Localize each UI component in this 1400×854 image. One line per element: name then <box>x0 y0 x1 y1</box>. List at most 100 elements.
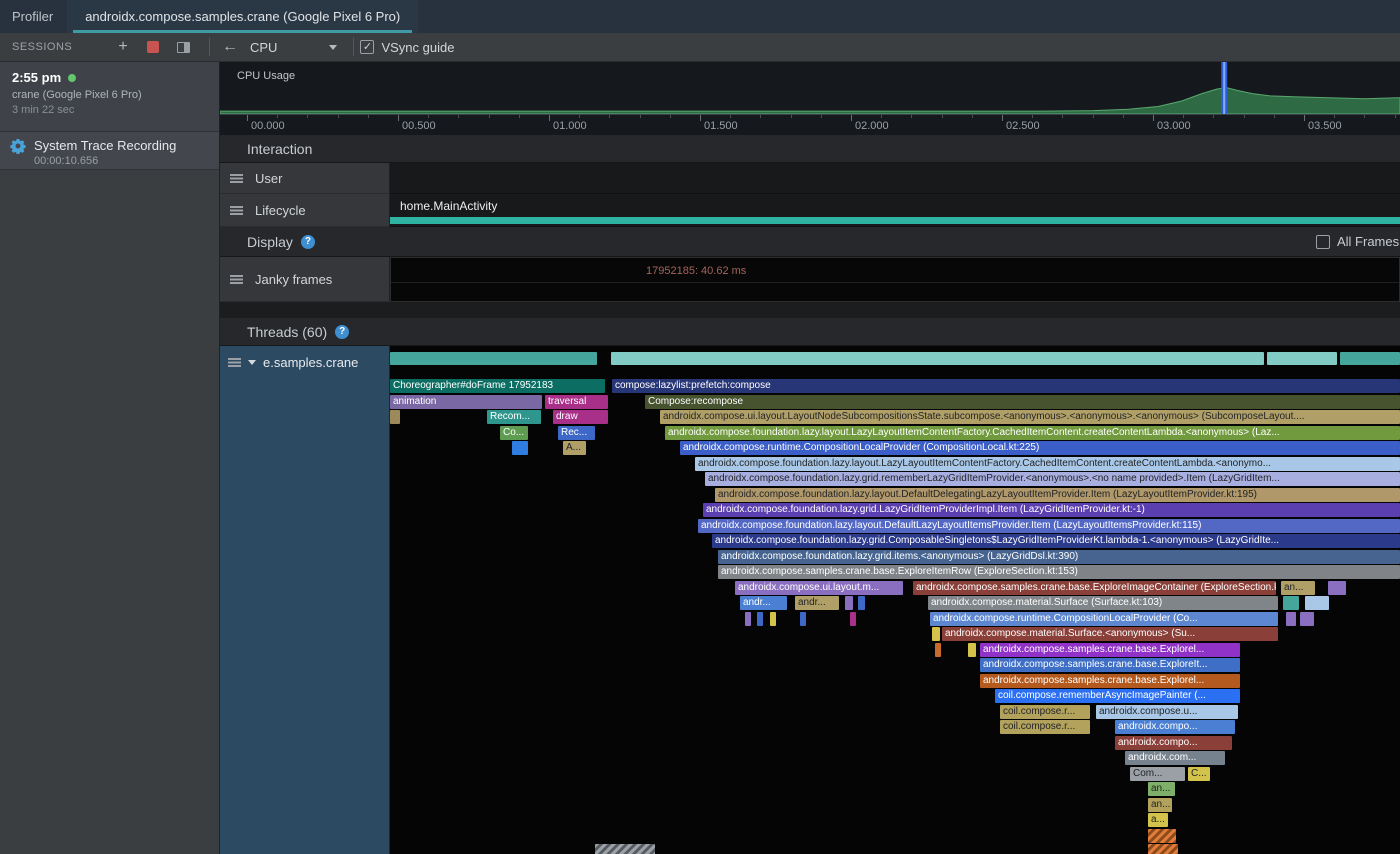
thread-label-column[interactable]: e.samples.crane <box>220 346 390 854</box>
flame-span[interactable] <box>770 612 776 626</box>
expand-caret-icon[interactable] <box>248 360 256 365</box>
flame-span[interactable]: androidx.compose.material.Surface (Surfa… <box>928 596 1278 610</box>
flame-span[interactable]: androidx.compose.foundation.lazy.grid.re… <box>705 472 1400 486</box>
flame-span[interactable] <box>935 643 941 657</box>
flame-span[interactable]: andr... <box>740 596 787 610</box>
flame-span[interactable] <box>850 612 856 626</box>
flame-span[interactable]: coil.compose.r... <box>1000 720 1090 734</box>
flame-span[interactable] <box>1148 844 1178 854</box>
flame-span[interactable] <box>1328 581 1346 595</box>
flame-span[interactable]: androidx.compose.foundation.lazy.layout.… <box>695 457 1400 471</box>
flame-span[interactable]: androidx.compose.runtime.CompositionLoca… <box>930 612 1278 626</box>
vsync-guide-checkbox[interactable] <box>360 40 374 54</box>
flame-span[interactable] <box>1305 596 1329 610</box>
flame-span[interactable]: animation <box>390 395 542 409</box>
cpu-usage-strip[interactable]: CPU Usage 00.00000.50001.00001.50002.000… <box>220 62 1400 135</box>
user-row-label[interactable]: User <box>220 163 390 194</box>
drag-handle-icon[interactable] <box>230 275 243 284</box>
flame-span[interactable] <box>1267 352 1337 365</box>
flame-span[interactable]: andr... <box>795 596 839 610</box>
time-tick <box>670 115 671 118</box>
janky-row-label[interactable]: Janky frames <box>220 257 390 302</box>
flame-span[interactable]: coil.compose.rememberAsyncImagePainter (… <box>995 689 1240 703</box>
flame-span[interactable]: androidx.compose.foundation.lazy.grid.Co… <box>712 534 1400 548</box>
flame-span[interactable]: androidx.compose.foundation.lazy.layout.… <box>698 519 1400 533</box>
flame-span[interactable]: androidx.compose.samples.crane.base.Expl… <box>980 643 1240 657</box>
lifecycle-activity-bar[interactable] <box>390 217 1400 224</box>
flame-span[interactable]: compose:lazylist:prefetch:compose <box>612 379 1400 393</box>
session-item[interactable]: 2:55 pm crane (Google Pixel 6 Pro) 3 min… <box>0 62 219 132</box>
flame-span[interactable]: a... <box>1148 813 1168 827</box>
drag-handle-icon[interactable] <box>230 174 243 183</box>
flame-span[interactable]: androidx.compose.samples.crane.base.Expl… <box>980 658 1240 672</box>
lifecycle-track[interactable]: home.MainActivity <box>390 194 1400 227</box>
flame-span[interactable] <box>1340 352 1400 365</box>
flame-span[interactable]: Rec... <box>558 426 595 440</box>
flame-span[interactable]: androidx.compose.foundation.lazy.layout.… <box>715 488 1400 502</box>
flame-span[interactable]: androidx.com... <box>1125 751 1225 765</box>
flame-chart[interactable]: Choreographer#doFrame 17952183 compose:la… <box>390 346 1400 854</box>
flame-span[interactable]: Com... <box>1130 767 1185 781</box>
flame-span[interactable]: androidx.compose.foundation.lazy.grid.La… <box>703 503 1400 517</box>
flame-span[interactable]: an... <box>1281 581 1315 595</box>
drag-handle-icon[interactable] <box>230 206 243 215</box>
flame-span[interactable] <box>1148 829 1176 843</box>
flame-span[interactable]: androidx.compose.runtime.CompositionLoca… <box>680 441 1400 455</box>
time-tick <box>700 115 701 121</box>
flame-span[interactable] <box>800 612 806 626</box>
flame-span[interactable]: androidx.compose.ui.layout.m... <box>735 581 903 595</box>
cpu-time-axis[interactable]: 00.00000.50001.00001.50002.00002.50003.0… <box>220 114 1400 135</box>
help-icon[interactable] <box>301 235 315 249</box>
drag-handle-icon[interactable] <box>228 358 241 367</box>
flame-span[interactable] <box>611 352 1264 365</box>
flame-span[interactable]: androidx.compose.samples.crane.base.Expl… <box>913 581 1276 595</box>
flame-span[interactable] <box>390 410 400 424</box>
flame-span[interactable] <box>1286 612 1296 626</box>
flame-span[interactable] <box>845 596 853 610</box>
collapse-panel-button[interactable] <box>173 37 193 57</box>
flame-span[interactable]: traversal <box>545 395 608 409</box>
flame-span[interactable]: androidx.compose.foundation.lazy.layout.… <box>665 426 1400 440</box>
flame-span[interactable]: androidx.compose.samples.crane.base.Expl… <box>980 674 1240 688</box>
flame-span[interactable] <box>1300 612 1314 626</box>
flame-span[interactable]: androidx.compo... <box>1115 720 1235 734</box>
new-session-button[interactable] <box>113 37 133 57</box>
flame-span[interactable]: Recom... <box>487 410 541 424</box>
flame-span[interactable] <box>390 352 597 365</box>
flame-span[interactable] <box>932 627 940 641</box>
thread-row-e-samples-crane[interactable]: e.samples.crane <box>220 346 389 370</box>
trace-artifact-item[interactable]: System Trace Recording 00:00:10.656 <box>0 132 219 170</box>
flame-span[interactable]: androidx.compo... <box>1115 736 1232 750</box>
flame-span[interactable]: androidx.compose.samples.crane.base.Expl… <box>718 565 1400 579</box>
flame-span[interactable]: draw <box>553 410 608 424</box>
flame-span[interactable]: Compose:recompose <box>645 395 1400 409</box>
flame-span[interactable]: an... <box>1148 798 1172 812</box>
flame-span[interactable] <box>595 844 655 854</box>
flame-span[interactable] <box>968 643 976 657</box>
all-frames-checkbox[interactable] <box>1316 235 1330 249</box>
back-button[interactable] <box>220 37 240 57</box>
flame-span[interactable] <box>512 441 528 455</box>
stop-recording-button[interactable] <box>143 37 163 57</box>
session-tab[interactable]: androidx.compose.samples.crane (Google P… <box>67 0 418 33</box>
flame-span[interactable]: androidx.compose.u... <box>1096 705 1238 719</box>
flame-span[interactable] <box>1283 596 1299 610</box>
help-icon[interactable] <box>335 325 349 339</box>
flame-span[interactable]: A... <box>563 441 586 455</box>
janky-frames-track[interactable]: 17952185: 40.62 ms <box>390 257 1400 302</box>
flame-span[interactable]: androidx.compose.material.Surface.<anony… <box>942 627 1278 641</box>
profiler-type-dropdown[interactable]: CPU <box>240 40 347 55</box>
flame-span[interactable]: androidx.compose.ui.layout.LayoutNodeSub… <box>660 410 1400 424</box>
flame-span[interactable]: C... <box>1188 767 1210 781</box>
flame-span[interactable]: androidx.compose.foundation.lazy.grid.it… <box>718 550 1400 564</box>
flame-span[interactable]: an... <box>1148 782 1175 796</box>
user-track[interactable] <box>390 163 1400 194</box>
all-frames-toggle[interactable]: All Frames <box>1316 234 1399 249</box>
flame-span[interactable]: coil.compose.r... <box>1000 705 1090 719</box>
flame-span[interactable] <box>858 596 865 610</box>
flame-span[interactable]: Choreographer#doFrame 17952183 <box>390 379 605 393</box>
lifecycle-row-label[interactable]: Lifecycle <box>220 194 390 227</box>
flame-span[interactable]: Co... <box>500 426 528 440</box>
flame-span[interactable] <box>757 612 763 626</box>
flame-span[interactable] <box>745 612 751 626</box>
